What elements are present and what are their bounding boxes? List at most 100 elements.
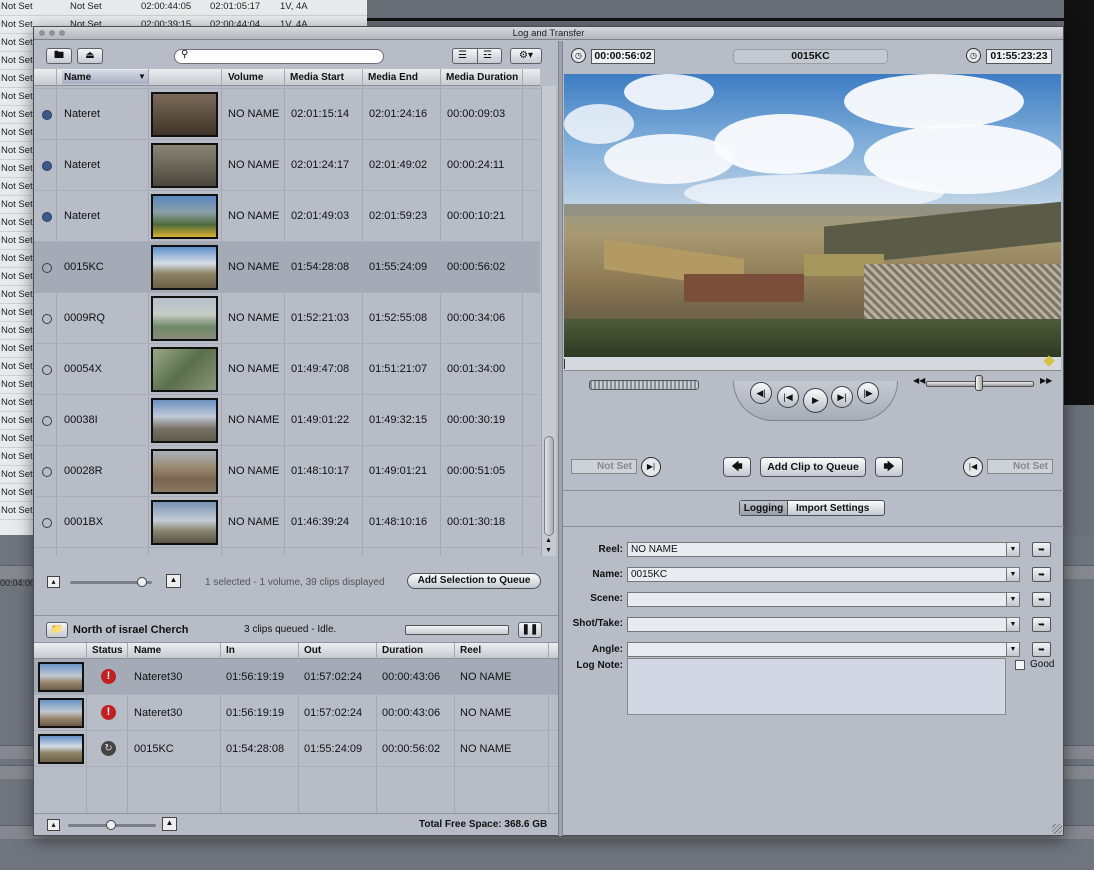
queue-column-out[interactable]: Out <box>304 645 321 656</box>
playhead-scrubber[interactable] <box>564 355 1061 371</box>
resize-grip-icon[interactable] <box>1052 824 1062 834</box>
next-frame-button[interactable]: ▶| <box>831 386 853 408</box>
shuttle-control[interactable] <box>589 380 699 390</box>
minimize-window-icon[interactable] <box>49 30 55 36</box>
reel-dropdown-icon[interactable]: ▼ <box>1006 542 1020 557</box>
column-header-volume[interactable]: Volume <box>228 72 263 83</box>
large-thumbnail-icon[interactable]: ▲ <box>162 817 177 831</box>
close-window-icon[interactable] <box>39 30 45 36</box>
column-header-name[interactable]: Name <box>62 70 148 84</box>
action-menu-button[interactable]: ⚙▾ <box>510 48 542 64</box>
queue-thumbnail-size-knob[interactable] <box>106 820 116 830</box>
queue-column-in[interactable]: In <box>226 645 235 656</box>
queue-column-duration[interactable]: Duration <box>382 645 423 656</box>
play-icon: ▶ <box>812 395 819 405</box>
background-cell: Not Set <box>1 397 33 408</box>
queue-row[interactable]: ! Nateret30 01:56:19:19 01:57:02:24 00:0… <box>34 695 558 731</box>
playhead-icon[interactable] <box>1043 355 1055 367</box>
name-dropdown-icon[interactable]: ▼ <box>1006 567 1020 582</box>
scroll-down-icon[interactable]: ▼ <box>545 547 552 554</box>
outline-view-icon[interactable]: ☲ <box>483 49 492 63</box>
column-header-media-duration[interactable]: Media Duration <box>446 72 518 83</box>
queue-row[interactable]: ↻ 0015KC 01:54:28:08 01:55:24:09 00:00:5… <box>34 731 558 767</box>
zoom-window-icon[interactable] <box>59 30 65 36</box>
shot-take-apply-icon[interactable]: ➥ <box>1032 617 1051 632</box>
rewind-icon[interactable]: ◀◀ <box>913 376 925 385</box>
go-to-out-button[interactable]: |▶ <box>857 382 879 404</box>
name-field[interactable]: 0015KC <box>627 567 1007 582</box>
angle-field[interactable] <box>627 642 1007 657</box>
error-icon[interactable]: ! <box>101 705 116 720</box>
window-titlebar[interactable]: Log and Transfer <box>34 27 1063 40</box>
column-header-media-start[interactable]: Media Start <box>290 72 344 83</box>
queue-column-reel[interactable]: Reel <box>460 645 481 656</box>
eject-button[interactable]: ⏏ <box>77 48 103 64</box>
clip-duration-timecode[interactable]: 00:00:56:02 <box>591 49 655 64</box>
project-folder-button[interactable]: 📁 <box>46 622 68 638</box>
shot-take-field[interactable] <box>627 617 1007 632</box>
scene-field[interactable] <box>627 592 1007 607</box>
set-out-button[interactable]: 🡆 <box>875 457 903 477</box>
good-checkbox[interactable] <box>1015 660 1025 670</box>
clip-media-duration: 00:00:10:21 <box>447 210 506 222</box>
small-thumbnail-icon[interactable]: ▴ <box>47 576 60 588</box>
small-thumbnail-icon[interactable]: ▴ <box>47 819 60 831</box>
queue-column-status[interactable]: Status <box>92 645 123 656</box>
scrollbar-thumb[interactable] <box>544 436 554 536</box>
mark-in-field[interactable]: Not Set <box>571 459 637 474</box>
thumbnail-size-knob[interactable] <box>137 577 147 587</box>
queue-column-name[interactable]: Name <box>134 645 161 656</box>
previous-frame-button[interactable]: |◀ <box>777 386 799 408</box>
clip-media-start: 01:49:01:22 <box>291 414 350 426</box>
table-row[interactable]: 00028R NO NAME 01:48:10:17 01:49:01:21 0… <box>34 446 540 497</box>
table-row[interactable]: 0001BX NO NAME 01:46:39:24 01:48:10:16 0… <box>34 497 540 548</box>
scroll-up-icon[interactable]: ▲ <box>545 537 552 544</box>
reel-field[interactable]: NO NAME <box>627 542 1007 557</box>
table-row[interactable]: Nateret NO NAME 02:01:49:03 02:01:59:23 … <box>34 191 540 242</box>
video-preview[interactable] <box>564 74 1061 357</box>
table-row[interactable]: 00054X NO NAME 01:49:47:08 01:51:21:07 0… <box>34 344 540 395</box>
queue-row[interactable]: ! Nateret30 01:56:19:19 01:57:02:24 00:0… <box>34 659 558 695</box>
background-cell: Not Set <box>1 163 33 174</box>
table-row[interactable]: Nateret NO NAME 02:01:15:14 02:01:24:16 … <box>34 89 540 140</box>
scene-dropdown-icon[interactable]: ▼ <box>1006 592 1020 607</box>
go-to-in-button[interactable]: ◀| <box>750 382 772 404</box>
log-note-field[interactable] <box>627 658 1006 715</box>
angle-dropdown-icon[interactable]: ▼ <box>1006 642 1020 657</box>
add-folder-button[interactable]: 🖿 <box>46 48 72 64</box>
add-clip-to-queue-button[interactable]: Add Clip to Queue <box>760 457 866 477</box>
scene-apply-icon[interactable]: ➥ <box>1032 592 1051 607</box>
jog-knob[interactable] <box>975 375 983 391</box>
shot-take-dropdown-icon[interactable]: ▼ <box>1006 617 1020 632</box>
large-thumbnail-icon[interactable]: ▲ <box>166 574 181 588</box>
angle-apply-icon[interactable]: ➥ <box>1032 642 1051 657</box>
browser-scrollbar[interactable]: ▲ ▼ <box>541 86 556 556</box>
mark-in-button[interactable]: ▶| <box>641 457 661 477</box>
current-timecode[interactable]: 01:55:23:23 <box>986 49 1052 64</box>
add-selection-to-queue-button[interactable]: Add Selection to Queue <box>407 573 541 589</box>
mark-out-field[interactable]: Not Set <box>987 459 1053 474</box>
column-header-media-end[interactable]: Media End <box>368 72 418 83</box>
search-field[interactable]: ⚲ <box>174 49 384 64</box>
background-cell: Not Set <box>1 325 33 336</box>
list-view-icon[interactable]: ☰ <box>458 49 467 63</box>
pause-queue-button[interactable]: ❚❚ <box>518 622 542 638</box>
search-input[interactable] <box>191 51 376 62</box>
clip-thumbnail <box>151 347 218 392</box>
tab-import-settings[interactable]: Import Settings <box>796 503 869 514</box>
table-row-selected[interactable]: 0015KC NO NAME 01:54:28:08 01:55:24:09 0… <box>34 242 540 293</box>
tab-logging[interactable]: Logging <box>740 501 788 515</box>
table-row[interactable]: Nateret NO NAME 02:01:24:17 02:01:49:02 … <box>34 140 540 191</box>
play-button[interactable]: ▶ <box>803 388 828 413</box>
table-row[interactable]: 0009RQ NO NAME 01:52:21:03 01:52:55:08 0… <box>34 293 540 344</box>
fast-forward-icon[interactable]: ▶▶ <box>1040 376 1052 385</box>
set-in-button[interactable]: 🡄 <box>723 457 751 477</box>
view-mode-segmented[interactable]: ☰ ☲ <box>452 48 502 64</box>
error-icon[interactable]: ! <box>101 669 116 684</box>
reel-apply-icon[interactable]: ➥ <box>1032 542 1051 557</box>
table-row[interactable]: 00038I NO NAME 01:49:01:22 01:49:32:15 0… <box>34 395 540 446</box>
clip-media-start: 02:01:15:14 <box>291 108 350 120</box>
background-cell: Not Set <box>1 271 33 282</box>
mark-out-button[interactable]: |◀ <box>963 457 983 477</box>
name-apply-icon[interactable]: ➥ <box>1032 567 1051 582</box>
